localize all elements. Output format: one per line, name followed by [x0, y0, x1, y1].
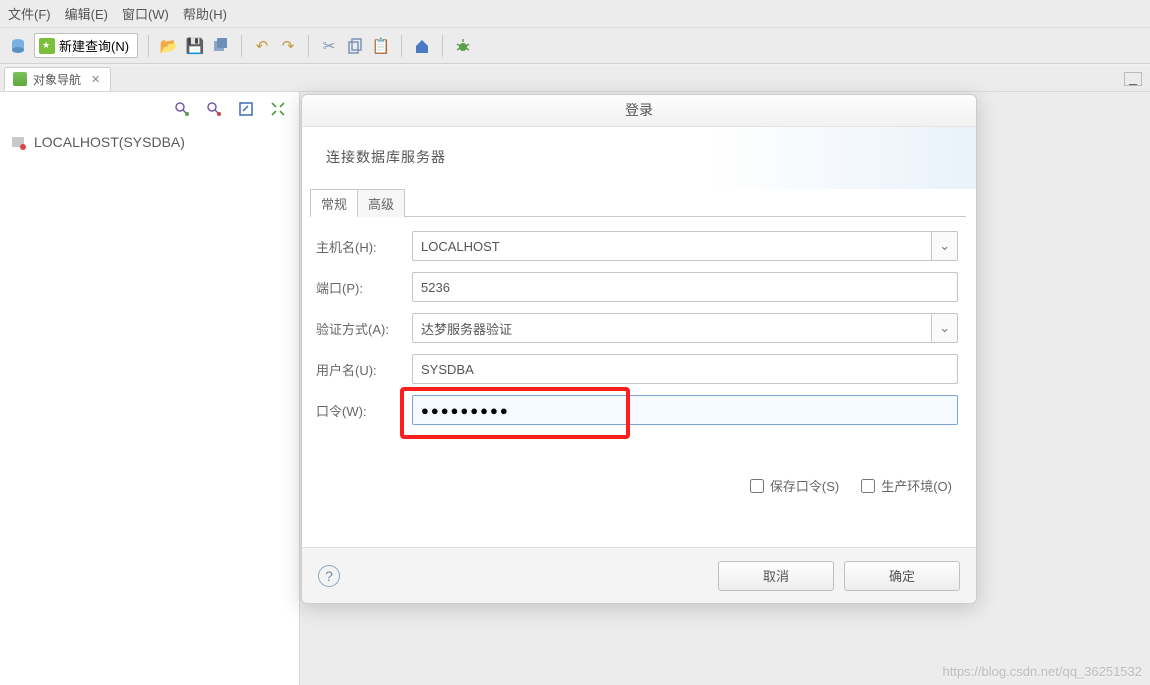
toolbar: 新建查询(N) 📂 💾 ↶ ↷ ✂ 📋: [0, 28, 1150, 64]
port-input[interactable]: [412, 272, 958, 302]
prod-env-input[interactable]: [861, 479, 875, 493]
save-icon[interactable]: 💾: [185, 36, 205, 56]
label-port: 端口(P):: [312, 278, 412, 297]
menu-edit[interactable]: 编辑(E): [65, 4, 108, 23]
find-disconnected-icon[interactable]: [205, 100, 223, 118]
help-icon[interactable]: ?: [318, 565, 340, 587]
panel-tab-row: 对象导航 ✕: [0, 66, 1150, 92]
tab-advanced[interactable]: 高级: [357, 189, 405, 217]
label-password: 口令(W):: [312, 401, 412, 420]
user-input[interactable]: [412, 354, 958, 384]
separator: [442, 35, 443, 57]
separator: [401, 35, 402, 57]
object-nav-icon: [13, 72, 27, 86]
save-password-input[interactable]: [750, 479, 764, 493]
menu-file[interactable]: 文件(F): [8, 4, 51, 23]
panel-tab-label: 对象导航: [33, 71, 81, 88]
new-query-label: 新建查询(N): [59, 36, 129, 55]
dialog-title: 登录: [302, 95, 976, 127]
separator: [241, 35, 242, 57]
home-icon[interactable]: [412, 36, 432, 56]
dialog-footer: ? 取消 确定: [302, 547, 976, 603]
menu-help[interactable]: 帮助(H): [183, 4, 227, 23]
menu-window[interactable]: 窗口(W): [122, 4, 169, 23]
copy-icon[interactable]: [345, 36, 365, 56]
redo-icon[interactable]: ↷: [278, 36, 298, 56]
auth-select[interactable]: [412, 313, 931, 343]
connection-tree: LOCALHOST(SYSDBA): [0, 126, 299, 158]
prod-env-label: 生产环境(O): [881, 476, 952, 495]
debug-icon[interactable]: [453, 36, 473, 56]
close-panel-icon[interactable]: ✕: [91, 73, 100, 86]
ok-button[interactable]: 确定: [844, 561, 960, 591]
host-dropdown-icon[interactable]: ⌄: [931, 231, 958, 261]
find-connection-icon[interactable]: [173, 100, 191, 118]
login-dialog: 登录 连接数据库服务器 常规 高级 主机名(H): ⌄ 端口(P): 验证方式(…: [301, 94, 977, 604]
tree-item-localhost[interactable]: LOCALHOST(SYSDBA): [10, 134, 289, 150]
expand-all-icon[interactable]: [269, 100, 287, 118]
login-form: 主机名(H): ⌄ 端口(P): 验证方式(A): ⌄ 用户名(U):: [302, 217, 976, 442]
tab-general[interactable]: 常规: [310, 189, 358, 217]
paste-icon[interactable]: 📋: [371, 36, 391, 56]
sql-icon: [39, 38, 55, 54]
new-query-button[interactable]: 新建查询(N): [34, 33, 138, 58]
panel-tab-object-nav[interactable]: 对象导航 ✕: [4, 67, 111, 91]
menubar: 文件(F) 编辑(E) 窗口(W) 帮助(H): [0, 0, 1150, 28]
separator: [308, 35, 309, 57]
auth-dropdown-icon[interactable]: ⌄: [931, 313, 958, 343]
save-all-icon[interactable]: [211, 36, 231, 56]
minimize-panel-icon[interactable]: [1124, 72, 1142, 86]
cut-icon[interactable]: ✂: [319, 36, 339, 56]
object-nav-panel: LOCALHOST(SYSDBA): [0, 92, 300, 685]
tree-item-label: LOCALHOST(SYSDBA): [34, 134, 185, 150]
watermark: https://blog.csdn.net/qq_36251532: [943, 664, 1143, 679]
edit-icon[interactable]: [237, 100, 255, 118]
host-input[interactable]: [412, 231, 931, 261]
server-offline-icon: [10, 134, 26, 150]
open-folder-icon[interactable]: 📂: [159, 36, 179, 56]
label-auth: 验证方式(A):: [312, 319, 412, 338]
dialog-header: 连接数据库服务器: [302, 127, 976, 189]
save-password-checkbox[interactable]: 保存口令(S): [750, 476, 839, 495]
separator: [148, 35, 149, 57]
save-password-label: 保存口令(S): [770, 476, 839, 495]
dialog-checkboxes: 保存口令(S) 生产环境(O): [302, 442, 976, 499]
panel-toolbar: [0, 92, 299, 126]
dialog-tabs: 常规 高级: [310, 189, 966, 217]
connect-db-icon[interactable]: [8, 36, 28, 56]
prod-env-checkbox[interactable]: 生产环境(O): [861, 476, 952, 495]
label-host: 主机名(H):: [312, 237, 412, 256]
undo-icon[interactable]: ↶: [252, 36, 272, 56]
label-user: 用户名(U):: [312, 360, 412, 379]
password-input[interactable]: [412, 395, 958, 425]
cancel-button[interactable]: 取消: [718, 561, 834, 591]
